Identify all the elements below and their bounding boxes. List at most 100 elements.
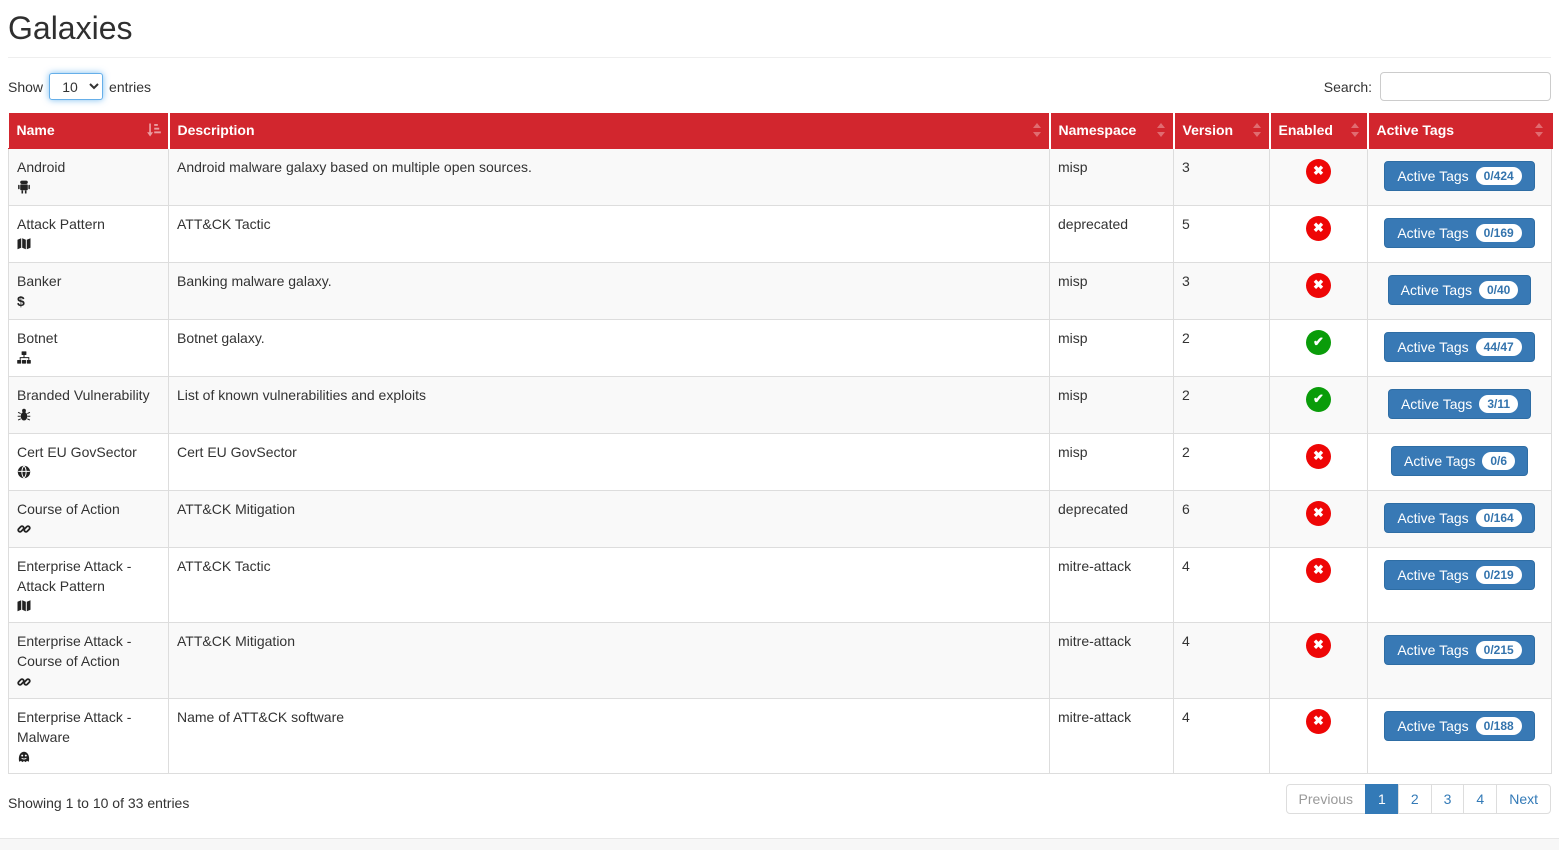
column-header-label: Active Tags: [1377, 122, 1455, 138]
table-row: Course of Action ATT&CK Mitigation depre…: [9, 490, 1552, 547]
active-tags-count-badge: 0/188: [1476, 717, 1522, 735]
active-tags-cell: Active Tags 0/169: [1368, 205, 1552, 262]
active-tags-button-label: Active Tags: [1397, 510, 1468, 526]
active-tags-cell: Active Tags 44/47: [1368, 319, 1552, 376]
active-tags-button-label: Active Tags: [1397, 225, 1468, 241]
pagination-item: Next: [1497, 784, 1551, 814]
version-cell: 2: [1174, 376, 1270, 433]
active-tags-button-label: Active Tags: [1397, 567, 1468, 583]
pagination-4[interactable]: 4: [1463, 784, 1497, 814]
galaxies-table: Name Description Namespace: [8, 113, 1553, 774]
table-row: Cert EU GovSector Cert EU GovSector misp…: [9, 433, 1552, 490]
disabled-cross-icon[interactable]: ✖: [1306, 273, 1331, 298]
column-header-namespace[interactable]: Namespace: [1050, 113, 1174, 148]
name-cell: Cert EU GovSector: [9, 433, 169, 490]
version-cell: 4: [1174, 623, 1270, 699]
active-tags-cell: Active Tags 0/219: [1368, 547, 1552, 623]
namespace-cell: misp: [1050, 376, 1174, 433]
enabled-check-icon[interactable]: ✔: [1306, 330, 1331, 355]
active-tags-count-badge: 3/11: [1479, 395, 1518, 413]
galaxy-name: Botnet: [17, 328, 160, 348]
page-length-select[interactable]: 10: [49, 73, 103, 100]
sort-icon: [1032, 123, 1042, 137]
table-row: Attack Pattern ATT&CK Tactic deprecated …: [9, 205, 1552, 262]
active-tags-button[interactable]: Active Tags 0/40: [1388, 275, 1532, 305]
disabled-cross-icon[interactable]: ✖: [1306, 159, 1331, 184]
pagination: Previous1234Next: [1286, 784, 1551, 814]
version-cell: 4: [1174, 547, 1270, 623]
disabled-cross-icon[interactable]: ✖: [1306, 501, 1331, 526]
pagination-item: 3: [1432, 784, 1465, 814]
description-cell: ATT&CK Tactic: [169, 205, 1050, 262]
table-row: Branded Vulnerability List of known vuln…: [9, 376, 1552, 433]
name-cell: Attack Pattern: [9, 205, 169, 262]
active-tags-button-label: Active Tags: [1404, 453, 1475, 469]
active-tags-button[interactable]: Active Tags 44/47: [1384, 332, 1534, 362]
active-tags-button-label: Active Tags: [1397, 718, 1468, 734]
android-icon: [17, 180, 160, 195]
table-row: Enterprise Attack - Course of Action ATT…: [9, 623, 1552, 699]
entries-label: entries: [109, 79, 151, 95]
active-tags-button[interactable]: Active Tags 0/215: [1384, 635, 1534, 665]
active-tags-count-badge: 0/40: [1479, 281, 1518, 299]
enabled-cell: ✖: [1270, 698, 1368, 774]
column-header-enabled[interactable]: Enabled: [1270, 113, 1368, 148]
description-cell: Android malware galaxy based on multiple…: [169, 148, 1050, 205]
map-icon: [17, 599, 160, 614]
enabled-check-icon[interactable]: ✔: [1306, 387, 1331, 412]
active-tags-button[interactable]: Active Tags 0/219: [1384, 560, 1534, 590]
sort-icon: [1252, 123, 1262, 137]
active-tags-button[interactable]: Active Tags 0/188: [1384, 711, 1534, 741]
disabled-cross-icon[interactable]: ✖: [1306, 216, 1331, 241]
sitemap-icon: [17, 351, 160, 366]
column-header-active-tags[interactable]: Active Tags: [1368, 113, 1552, 148]
pagination-3[interactable]: 3: [1431, 784, 1465, 814]
active-tags-button-label: Active Tags: [1401, 396, 1472, 412]
namespace-cell: misp: [1050, 262, 1174, 319]
disabled-cross-icon[interactable]: ✖: [1306, 558, 1331, 583]
active-tags-cell: Active Tags 3/11: [1368, 376, 1552, 433]
active-tags-count-badge: 0/215: [1476, 641, 1522, 659]
disabled-cross-icon[interactable]: ✖: [1306, 709, 1331, 734]
namespace-cell: deprecated: [1050, 490, 1174, 547]
column-header-description[interactable]: Description: [169, 113, 1050, 148]
pagination-previous[interactable]: Previous: [1286, 784, 1366, 814]
disabled-cross-icon[interactable]: ✖: [1306, 444, 1331, 469]
galaxy-name: Enterprise Attack - Attack Pattern: [17, 556, 160, 597]
pagination-next[interactable]: Next: [1496, 784, 1551, 814]
pagination-2[interactable]: 2: [1398, 784, 1432, 814]
galaxy-name: Attack Pattern: [17, 214, 160, 234]
column-header-name[interactable]: Name: [9, 113, 169, 148]
active-tags-button-label: Active Tags: [1397, 642, 1468, 658]
version-cell: 6: [1174, 490, 1270, 547]
table-controls: Show 10 entries Search:: [8, 72, 1551, 101]
pagination-item: 4: [1464, 784, 1497, 814]
active-tags-button[interactable]: Active Tags 0/6: [1391, 446, 1528, 476]
column-header-label: Name: [17, 122, 55, 138]
search-input[interactable]: [1380, 72, 1551, 101]
description-cell: List of known vulnerabilities and exploi…: [169, 376, 1050, 433]
globe-icon: [17, 465, 160, 480]
active-tags-button[interactable]: Active Tags 0/164: [1384, 503, 1534, 533]
active-tags-button[interactable]: Active Tags 3/11: [1388, 389, 1531, 419]
enabled-cell: ✔: [1270, 376, 1368, 433]
active-tags-count-badge: 0/164: [1476, 509, 1522, 527]
sort-icon: [1534, 123, 1544, 137]
column-header-label: Version: [1183, 122, 1234, 138]
table-row: Enterprise Attack - Malware Name of ATT&…: [9, 698, 1552, 774]
active-tags-button[interactable]: Active Tags 0/169: [1384, 218, 1534, 248]
description-cell: ATT&CK Mitigation: [169, 623, 1050, 699]
version-cell: 2: [1174, 319, 1270, 376]
disabled-cross-icon[interactable]: ✖: [1306, 633, 1331, 658]
column-header-label: Namespace: [1059, 122, 1137, 138]
active-tags-button[interactable]: Active Tags 0/424: [1384, 161, 1534, 191]
active-tags-button-label: Active Tags: [1397, 339, 1468, 355]
name-cell: Banker $: [9, 262, 169, 319]
active-tags-count-badge: 0/6: [1482, 452, 1515, 470]
column-header-version[interactable]: Version: [1174, 113, 1270, 148]
active-tags-cell: Active Tags 0/40: [1368, 262, 1552, 319]
version-cell: 2: [1174, 433, 1270, 490]
pagination-1[interactable]: 1: [1365, 784, 1399, 814]
table-row: Banker $ Banking malware galaxy. misp 3 …: [9, 262, 1552, 319]
namespace-cell: deprecated: [1050, 205, 1174, 262]
